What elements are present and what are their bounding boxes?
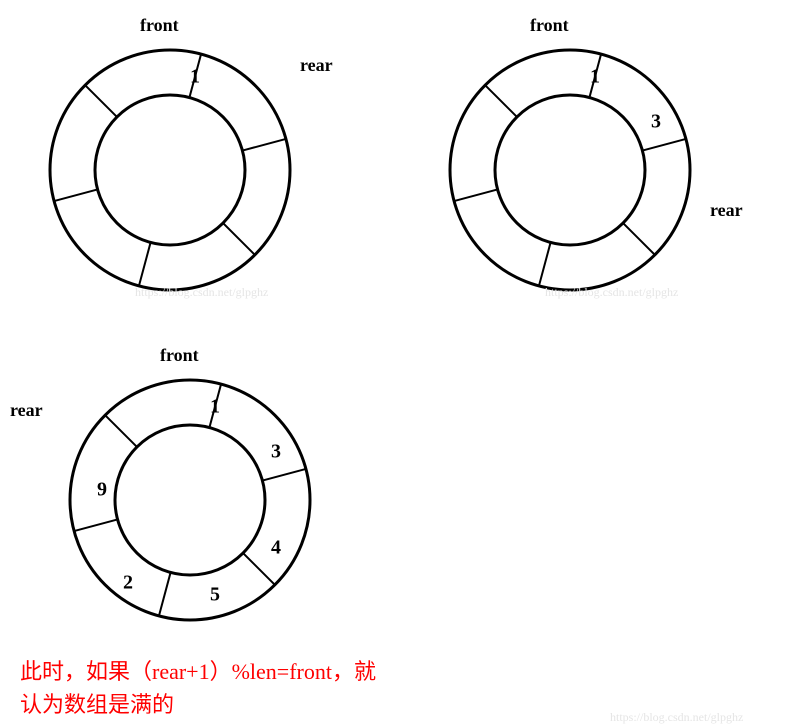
slot-value: 5 xyxy=(210,584,220,607)
slot-value: 3 xyxy=(651,111,661,134)
ring-svg xyxy=(440,40,700,300)
rear-label: rear xyxy=(10,400,43,421)
ring-top-left: 1 front rear xyxy=(40,40,300,305)
caption-line-2: 认为数组是满的 xyxy=(20,688,174,721)
front-label: front xyxy=(160,345,199,366)
slot-value: 4 xyxy=(271,537,281,560)
ring-top-right: 1 3 front rear xyxy=(440,40,700,305)
rear-label: rear xyxy=(300,55,333,76)
slot-value: 1 xyxy=(590,66,600,89)
watermark: https://blog.csdn.net/glpghz xyxy=(610,710,743,725)
caption-line-1: 此时，如果（rear+1）%len=front，就 xyxy=(20,655,376,688)
rear-label: rear xyxy=(710,200,743,221)
slot-value: 1 xyxy=(190,66,200,89)
slot-value: 1 xyxy=(210,396,220,419)
ring-svg xyxy=(40,40,300,300)
front-label: front xyxy=(140,15,179,36)
front-label: front xyxy=(530,15,569,36)
slot-value: 9 xyxy=(97,479,107,502)
ring-bottom: 1 3 4 5 2 9 front rear xyxy=(60,370,320,635)
slot-value: 2 xyxy=(123,572,133,595)
slot-value: 3 xyxy=(271,441,281,464)
